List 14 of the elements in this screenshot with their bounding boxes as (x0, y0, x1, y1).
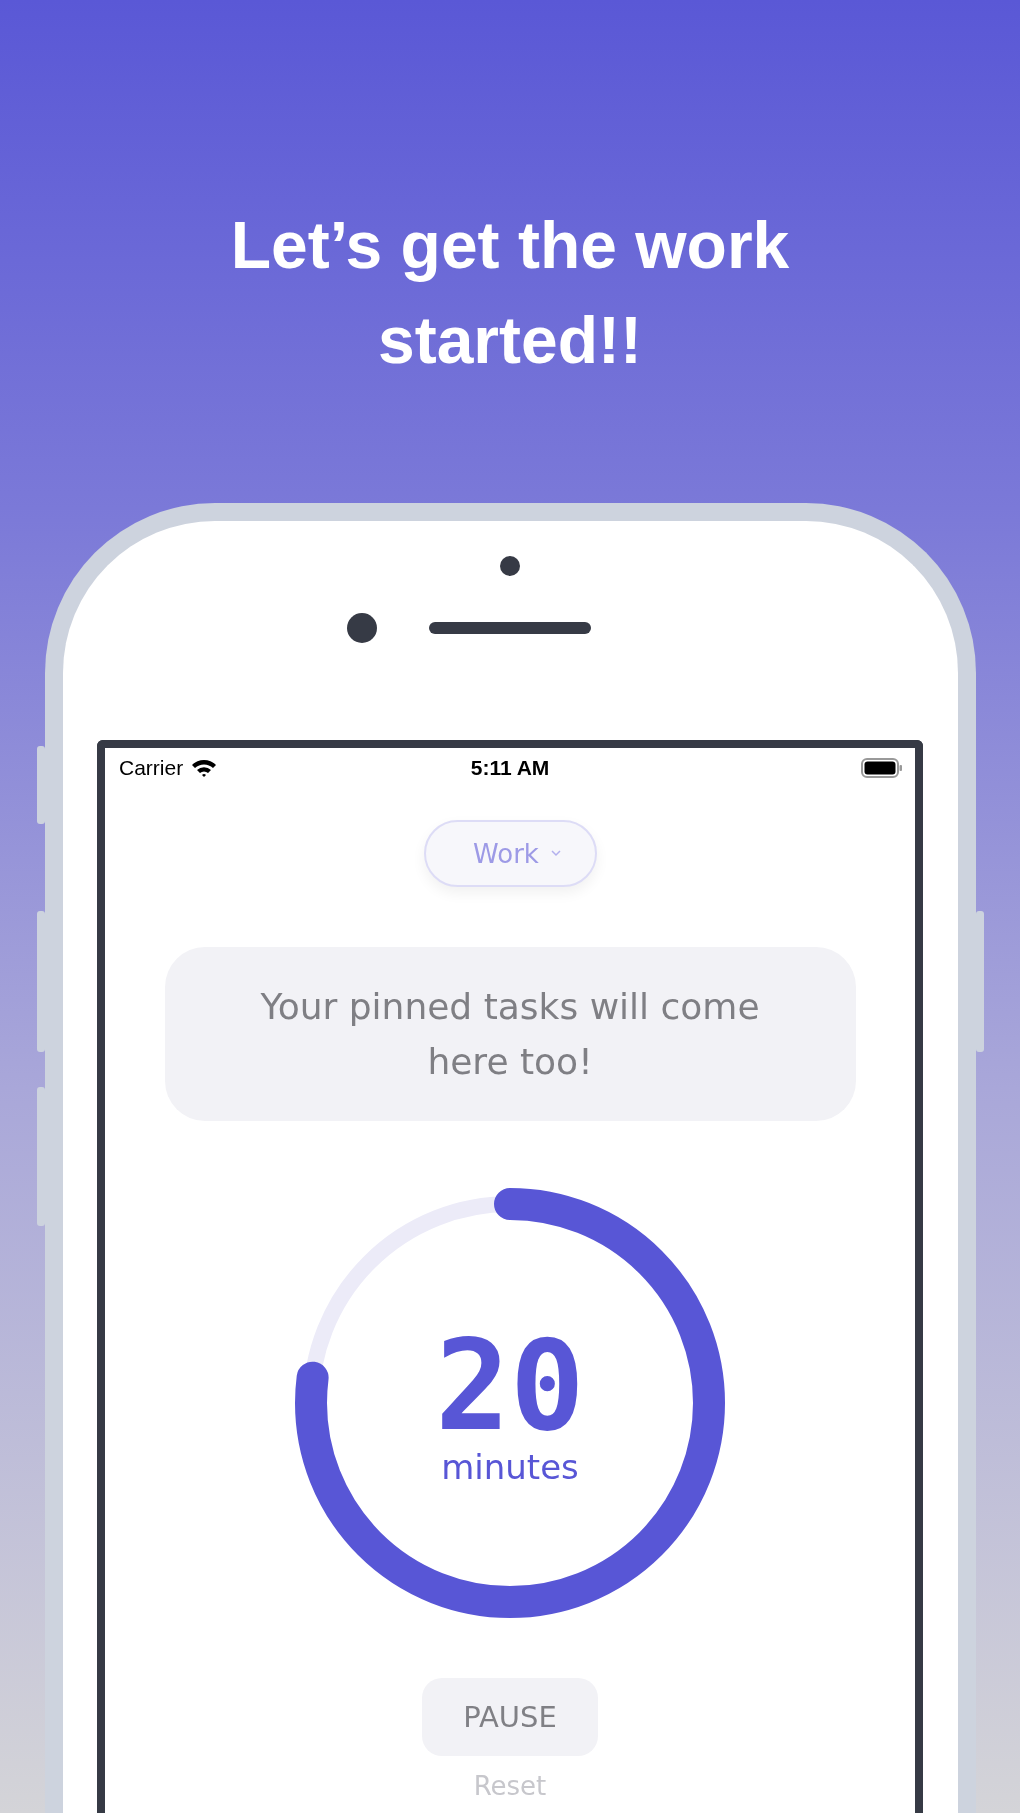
wifi-icon (191, 758, 218, 778)
sensor-dot (500, 556, 520, 576)
chevron-down-icon (550, 850, 561, 857)
timer-value: 20 (435, 1327, 585, 1445)
pause-button[interactable]: PAUSE (422, 1678, 598, 1756)
pinned-message: Your pinned tasks will come here too! (259, 985, 761, 1084)
battery-icon (861, 757, 903, 779)
carrier-label: Carrier (119, 756, 184, 780)
reset-button[interactable]: Reset (473, 1770, 547, 1802)
headline: Let’s get the work started!! (229, 207, 791, 379)
camera-dot (347, 613, 377, 643)
mode-dropdown[interactable]: Work (423, 820, 597, 887)
timer-unit: minutes (441, 1446, 579, 1489)
status-time: 5:11 AM (470, 756, 550, 780)
